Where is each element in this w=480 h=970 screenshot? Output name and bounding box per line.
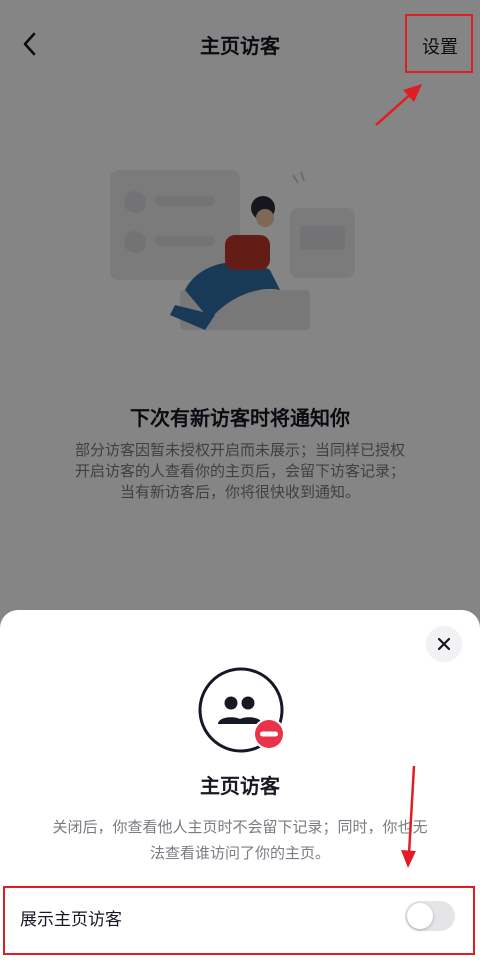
visitors-off-icon [198,667,285,753]
sheet-desc-line: 关闭后，你查看他人主页时不会留下记录；同时，你也无 [52,818,428,836]
sheet-description: 关闭后，你查看他人主页时不会留下记录；同时，你也无 法查看谁访问了你的主页。 [20,814,460,866]
sheet-desc-line: 法查看谁访问了你的主页。 [149,844,330,862]
toggle-row-highlight-box [3,886,475,955]
sheet-title: 主页访客 [200,774,280,798]
settings-highlight-box [405,14,473,73]
close-button[interactable] [426,626,462,662]
close-icon [437,637,451,651]
